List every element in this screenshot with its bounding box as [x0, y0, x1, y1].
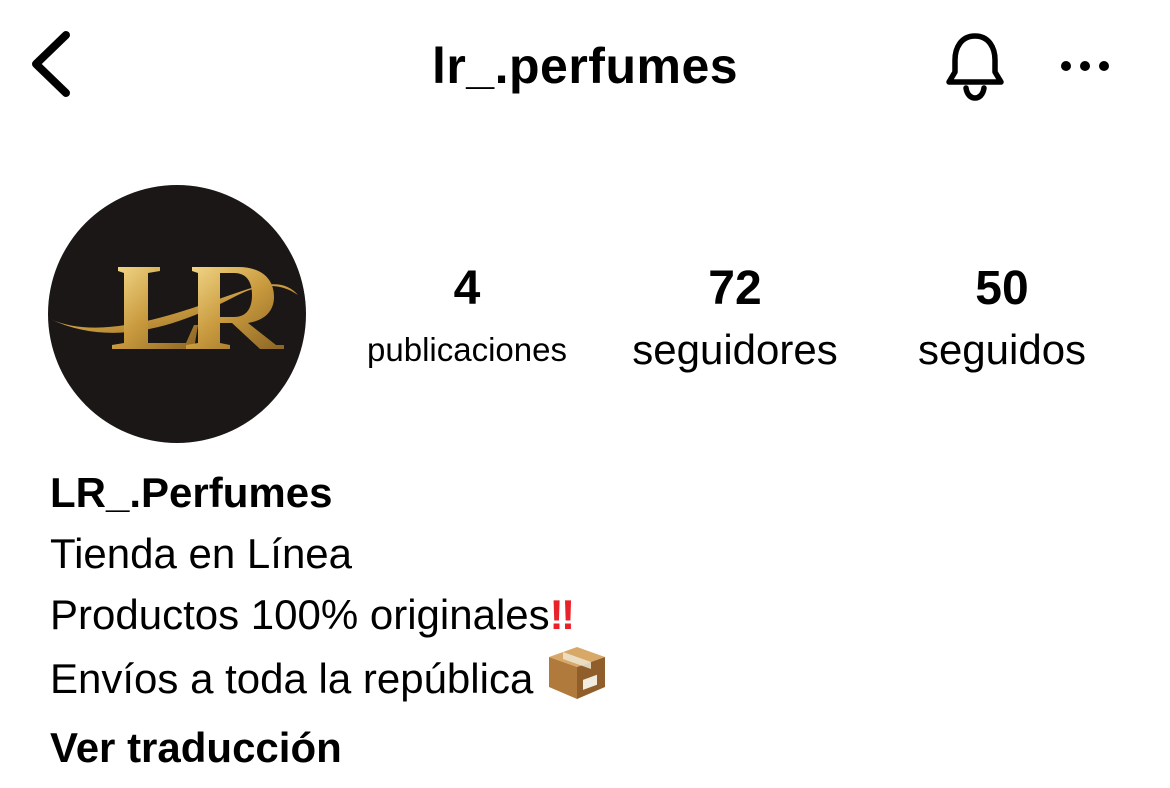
more-options-button[interactable]: [1054, 44, 1116, 88]
posts-count-value: 4: [453, 262, 481, 315]
profile-bio: LR_.Perfumes Tienda en Línea Productos 1…: [50, 462, 1130, 778]
following-count-label: seguidos: [917, 326, 1087, 373]
display-name: LR_.Perfumes: [50, 469, 333, 516]
lr-logo: [50, 267, 298, 349]
notifications-button[interactable]: [940, 28, 1010, 104]
package-icon: [547, 645, 607, 717]
posts-count[interactable]: 4 publicaciones: [340, 258, 594, 380]
bell-icon: [946, 33, 1004, 101]
bio-line-2-text: Productos 100% originales: [50, 591, 550, 638]
bio-line-3-text: Envíos a toda la república: [50, 655, 534, 702]
followers-count-label: seguidores: [632, 326, 838, 373]
more-horizontal-icon: [1061, 61, 1109, 71]
following-count[interactable]: 50 seguidos: [880, 258, 1124, 380]
bio-line-3: Envíos a toda la república: [50, 645, 1130, 717]
bio-line-2: Productos 100% originales‼: [50, 584, 1130, 645]
bio-line-1: Tienda en Línea: [50, 530, 353, 577]
followers-count-value: 72: [708, 262, 762, 315]
following-count-value: 50: [975, 262, 1029, 315]
profile-avatar[interactable]: [48, 185, 306, 443]
double-exclamation-icon: ‼: [549, 591, 575, 638]
see-translation-link[interactable]: Ver traducción: [50, 717, 1130, 778]
profile-screen: lr_.perfumes 4 publicaciones 72 seguidor…: [0, 0, 1170, 788]
posts-count-label: publicaciones: [367, 331, 567, 368]
followers-count[interactable]: 72 seguidores: [605, 258, 865, 380]
